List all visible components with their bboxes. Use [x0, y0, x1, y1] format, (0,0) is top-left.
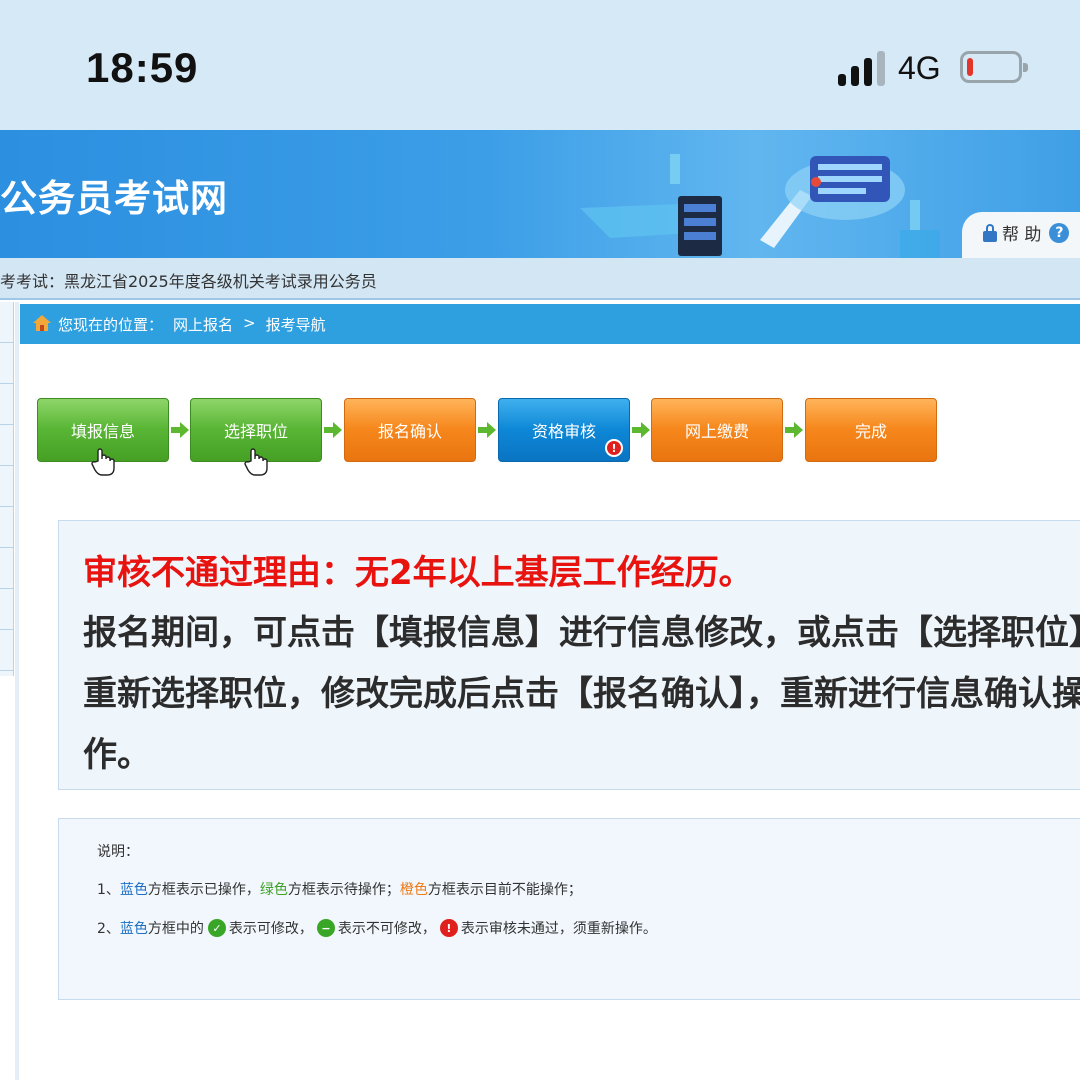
arrow-right-icon [785, 422, 803, 438]
arrow-right-icon [171, 422, 189, 438]
left-nav-item[interactable] [0, 548, 13, 589]
breadcrumb-prefix: 您现在的位置： [58, 316, 164, 334]
home-icon [33, 315, 51, 331]
step-label: 填报信息 [70, 422, 135, 441]
step-complete: 完成 [805, 398, 937, 462]
step-label: 选择职位 [223, 422, 288, 441]
breadcrumb-separator: > [243, 314, 256, 332]
left-nav-item[interactable] [0, 589, 13, 630]
left-nav-item[interactable] [0, 466, 13, 507]
network-type: 4G [898, 50, 941, 86]
arrow-right-icon [324, 422, 342, 438]
left-nav-item[interactable] [0, 630, 13, 671]
site-title: 公务员考试网 [0, 177, 228, 220]
arrow-right-icon [632, 422, 650, 438]
site-header: 公务员考试网 帮 助 ? [0, 130, 1080, 258]
hand-cursor-icon [244, 448, 268, 476]
color-orange-label: 橙色 [399, 882, 428, 898]
exam-info-bar: 考考试：黑龙江省2025年度各级机关考试录用公务员 [0, 258, 1080, 300]
left-nav-item[interactable] [0, 425, 13, 466]
note-text: 表示审核未通过，须重新操作。 [460, 921, 657, 937]
left-nav-item[interactable] [0, 507, 13, 548]
note-number: 2、 [97, 921, 120, 937]
exam-name: 考考试：黑龙江省2025年度各级机关考试录用公务员 [0, 272, 377, 291]
note-text: 方框表示目前不能操作； [427, 882, 582, 898]
content-divider [15, 302, 19, 1080]
step-label: 完成 [854, 422, 887, 441]
left-nav [0, 302, 14, 676]
legend-notes: 说明： 1、 蓝色 方框表示已操作， 绿色 方框表示待操作； 橙色 方框表示目前… [58, 818, 1080, 1000]
left-nav-item[interactable] [0, 343, 13, 384]
lock-icon [982, 223, 998, 242]
exclamation-icon: ! [439, 919, 458, 937]
color-blue-label: 蓝色 [119, 921, 148, 937]
step-label: 资格审核 [531, 422, 596, 441]
status-bar: 18:59 4G [0, 0, 1080, 130]
notes-title: 说明： [97, 844, 139, 860]
note-number: 1、 [97, 882, 120, 898]
modification-instructions: 报名期间，可点击【填报信息】进行信息修改，或点击【选择职位】重新选择职位，修改完… [83, 613, 1080, 775]
left-nav-item[interactable] [0, 384, 13, 425]
note-text: 方框表示待操作； [287, 882, 400, 898]
status-time: 18:59 [86, 44, 199, 91]
question-icon: ? [1049, 222, 1070, 243]
note-text: 方框中的 [147, 921, 204, 937]
step-select-position-button[interactable]: 选择职位 [190, 398, 322, 476]
color-blue-label: 蓝色 [119, 882, 148, 898]
color-green-label: 绿色 [259, 882, 288, 898]
help-label: 帮 助 [1002, 225, 1042, 245]
battery-icon [960, 51, 1028, 83]
rejection-reason: 审核不通过理由：无2年以上基层工作经历。 [83, 553, 753, 593]
step-label: 网上缴费 [684, 422, 749, 441]
step-fill-info-button[interactable]: 填报信息 [37, 398, 169, 476]
step-qualification-review[interactable]: 资格审核 ! [498, 398, 630, 462]
step-online-payment: 网上缴费 [651, 398, 783, 462]
note-line-1: 1、 蓝色 方框表示已操作， 绿色 方框表示待操作； 橙色 方框表示目前不能操作… [97, 879, 582, 899]
note-text: 方框表示已操作， [147, 882, 260, 898]
help-tab: 帮 助 ? [962, 212, 1080, 258]
breadcrumb-current: 报考导航 [265, 316, 326, 334]
minus-icon: − [316, 919, 335, 937]
arrow-right-icon [478, 422, 496, 438]
note-text: 表示可修改， [228, 921, 313, 937]
step-confirm-signup: 报名确认 [344, 398, 476, 462]
note-text: 表示不可修改， [337, 921, 436, 937]
breadcrumb-online-signup[interactable]: 网上报名 [173, 314, 233, 335]
review-result-box: 审核不通过理由：无2年以上基层工作经历。 报名期间，可点击【填报信息】进行信息修… [58, 520, 1080, 790]
review-failed-icon: ! [605, 439, 623, 457]
breadcrumb: 您现在的位置： 网上报名 > 报考导航 [20, 304, 1080, 344]
help-button[interactable]: 帮 助 ? [982, 220, 1070, 245]
hand-cursor-icon [91, 448, 115, 476]
signal-icon [838, 50, 886, 86]
note-line-2: 2、 蓝色 方框中的 ✓ 表示可修改， − 表示不可修改， ! 表示审核未通过，… [97, 918, 657, 938]
step-label: 报名确认 [377, 422, 442, 441]
check-icon: ✓ [207, 919, 226, 937]
left-nav-item[interactable] [0, 302, 13, 343]
